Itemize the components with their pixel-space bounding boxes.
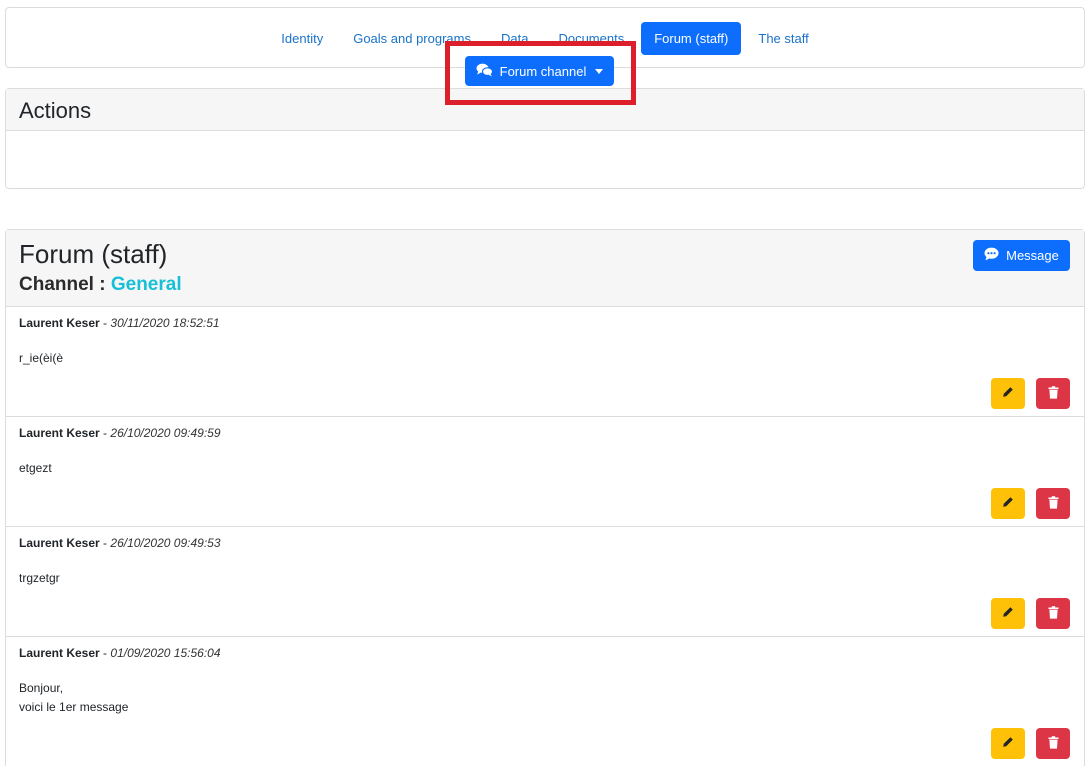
message-button-label: Message [1006,248,1059,263]
message-list: Laurent Keser - 30/11/2020 18:52:51 r_ie… [6,307,1084,766]
trash-icon [1048,385,1059,402]
message-line: etgezt [19,461,52,475]
tab-forum-staff[interactable]: Forum (staff) [641,22,742,55]
message-author: Laurent Keser [19,426,100,440]
message-author: Laurent Keser [19,536,100,550]
message-actions [991,488,1070,519]
pencil-icon [1002,496,1014,511]
message-item: Laurent Keser - 26/10/2020 09:49:59 etge… [6,417,1084,527]
forum-header: Forum (staff) Channel : General Message [6,230,1084,307]
message-actions [991,598,1070,629]
trash-icon [1048,495,1059,512]
pencil-icon [1002,386,1014,401]
message-date: 01/09/2020 15:56:04 [110,646,221,660]
message-body: etgezt [19,459,1071,478]
pencil-icon [1002,606,1014,621]
trash-icon [1048,605,1059,622]
message-actions [991,728,1070,759]
message-body: r_ie(èi(è [19,349,1071,368]
message-date: 26/10/2020 09:49:53 [110,536,221,550]
message-meta: Laurent Keser - 01/09/2020 15:56:04 [19,646,1071,660]
edit-message-button[interactable] [991,728,1025,759]
channel-line: Channel : General [19,274,1071,296]
message-separator: - [103,316,108,330]
message-line: trgzetgr [19,571,60,585]
message-meta: Laurent Keser - 26/10/2020 09:49:53 [19,536,1071,550]
delete-message-button[interactable] [1036,378,1070,409]
message-author: Laurent Keser [19,316,100,330]
new-message-button[interactable]: Message [973,240,1070,271]
message-item: Laurent Keser - 26/10/2020 09:49:53 trgz… [6,527,1084,637]
message-body: Bonjour, voici le 1er message [19,679,1071,717]
message-date: 30/11/2020 18:52:51 [110,316,220,330]
message-meta: Laurent Keser - 30/11/2020 18:52:51 [19,316,1071,330]
tab-identity[interactable]: Identity [268,22,336,55]
forum-card: Forum (staff) Channel : General Message … [5,229,1085,766]
delete-message-button[interactable] [1036,728,1070,759]
message-line: Bonjour, [19,681,64,695]
pencil-icon [1002,736,1014,751]
message-body: trgzetgr [19,569,1071,588]
delete-message-button[interactable] [1036,488,1070,519]
message-author: Laurent Keser [19,646,100,660]
message-meta: Laurent Keser - 26/10/2020 09:49:59 [19,426,1071,440]
message-line: voici le 1er message [19,700,129,714]
message-line: r_ie(èi(è [19,351,64,365]
edit-message-button[interactable] [991,488,1025,519]
edit-message-button[interactable] [991,598,1025,629]
message-separator: - [103,426,108,440]
channel-prefix: Channel : [19,274,106,295]
delete-message-button[interactable] [1036,598,1070,629]
message-item: Laurent Keser - 30/11/2020 18:52:51 r_ie… [6,307,1084,417]
comments-icon [476,63,493,80]
message-separator: - [103,536,108,550]
forum-title: Forum (staff) [19,239,168,269]
message-date: 26/10/2020 09:49:59 [110,426,221,440]
comment-dots-icon [984,247,999,264]
caret-down-icon [595,69,604,74]
channel-name: General [110,274,182,295]
message-actions [991,378,1070,409]
edit-message-button[interactable] [991,378,1025,409]
message-separator: - [103,646,108,660]
tab-the-staff[interactable]: The staff [745,22,821,55]
forum-channel-label: Forum channel [499,63,587,79]
trash-icon [1048,735,1059,752]
forum-channel-dropdown-button[interactable]: Forum channel [465,56,614,86]
message-item: Laurent Keser - 01/09/2020 15:56:04 Bonj… [6,637,1084,766]
